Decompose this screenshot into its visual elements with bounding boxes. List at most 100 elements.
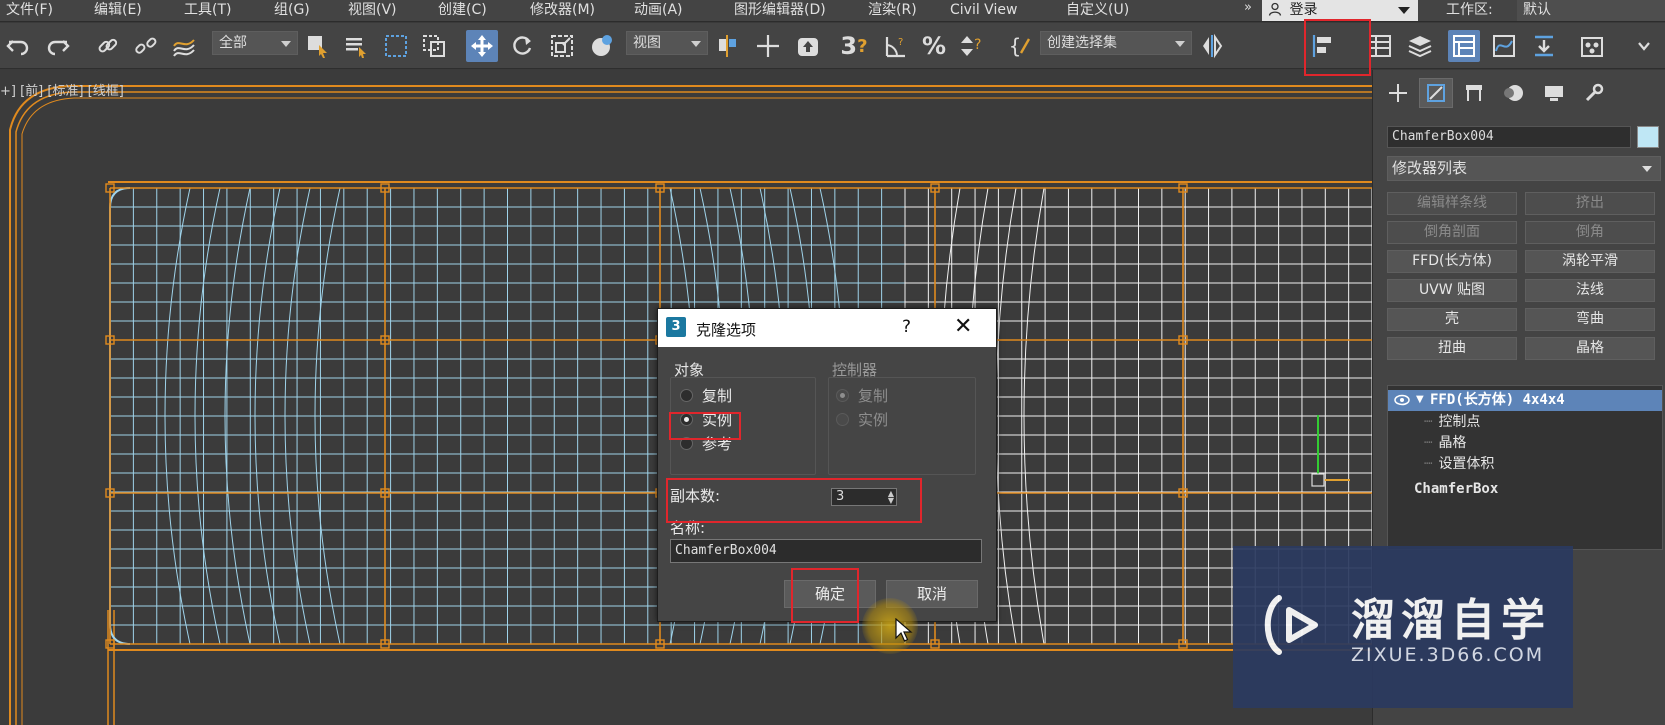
- watermark: 溜溜自学 ZIXUE.3D66.COM: [1233, 546, 1573, 708]
- copies-value: 3: [836, 489, 845, 504]
- ok-button[interactable]: 确定: [784, 580, 876, 608]
- menu-tools[interactable]: 工具(T): [184, 0, 231, 22]
- modifier-button-normal[interactable]: 法线: [1525, 279, 1655, 302]
- modifier-button-ffd-box[interactable]: FFD(长方体): [1387, 250, 1517, 273]
- mirror-icon[interactable]: [1196, 30, 1228, 62]
- stack-subitem-label: 设置体积: [1438, 456, 1495, 472]
- object-color-swatch[interactable]: [1637, 126, 1659, 148]
- modify-tab-icon[interactable]: [1419, 78, 1453, 108]
- menu-view[interactable]: 视图(V): [348, 0, 397, 22]
- object-name-field[interactable]: ChamferBox004: [1387, 126, 1631, 148]
- stack-item-ffd[interactable]: ▼ FFD(长方体) 4x4x4: [1388, 390, 1662, 411]
- radio-instance[interactable]: 实例: [680, 409, 732, 431]
- stack-subitem-set-volume[interactable]: ┈ 设置体积: [1424, 454, 1654, 475]
- angle-snap-icon[interactable]: ?: [880, 30, 912, 62]
- radio-button[interactable]: [680, 437, 693, 450]
- spinner-arrows-icon[interactable]: ▲ ▼: [888, 490, 894, 505]
- spinner-snap-icon[interactable]: ?: [956, 30, 988, 62]
- named-selection-dropdown[interactable]: 创建选择集: [1040, 31, 1192, 55]
- modifier-button-bevel-profile[interactable]: 倒角剖面: [1387, 221, 1517, 244]
- select-object-icon[interactable]: [302, 30, 334, 62]
- modifier-button-edit-spline[interactable]: 编辑样条线: [1387, 192, 1517, 215]
- material-editor-icon[interactable]: [1576, 30, 1608, 62]
- link-icon[interactable]: [92, 30, 124, 62]
- menu-civil-view[interactable]: Civil View: [950, 0, 1017, 22]
- stack-item-base-object[interactable]: ChamferBox: [1414, 479, 1654, 500]
- rect-selection-region-icon[interactable]: [380, 30, 412, 62]
- login-dropdown[interactable]: 登录: [1262, 0, 1418, 21]
- menu-file[interactable]: 文件(F): [6, 0, 53, 22]
- snaps-toggle-icon[interactable]: 3?: [838, 30, 870, 62]
- select-and-move-icon[interactable]: [466, 30, 498, 62]
- pivot-center-icon[interactable]: [712, 30, 744, 62]
- utilities-tab-icon[interactable]: [1577, 78, 1611, 108]
- modifier-button-uvw-map[interactable]: UVW 贴图: [1387, 279, 1517, 302]
- radio-button[interactable]: [680, 389, 693, 402]
- display-tab-icon[interactable]: [1537, 78, 1571, 108]
- schematic-view-icon[interactable]: [1528, 30, 1560, 62]
- eye-icon[interactable]: [1394, 394, 1410, 406]
- menu-group[interactable]: 组(G): [274, 0, 310, 22]
- window-crossing-icon[interactable]: [418, 30, 450, 62]
- percent-snap-icon[interactable]: %: [918, 30, 950, 62]
- select-and-scale-icon[interactable]: [546, 30, 578, 62]
- menu-create[interactable]: 创建(C): [438, 0, 487, 22]
- menu-animation[interactable]: 动画(A): [634, 0, 683, 22]
- modifier-button-shell[interactable]: 壳: [1387, 308, 1517, 331]
- keyboard-shortcut-override-icon[interactable]: [792, 30, 824, 62]
- close-button[interactable]: ✕: [954, 314, 972, 339]
- undo-icon[interactable]: [2, 30, 34, 62]
- radio-button[interactable]: [680, 413, 693, 426]
- ribbon-toggle-icon[interactable]: [1448, 30, 1480, 62]
- stack-subitem-lattice[interactable]: ┈ 晶格: [1424, 433, 1654, 454]
- menu-graph-editors[interactable]: 图形编辑器(D): [734, 0, 826, 22]
- select-and-rotate-icon[interactable]: [506, 30, 538, 62]
- modifier-button-bend[interactable]: 弯曲: [1525, 308, 1655, 331]
- selection-filter-dropdown[interactable]: 全部: [212, 31, 298, 55]
- curve-editor-icon[interactable]: [1488, 30, 1520, 62]
- toggle-scene-explorer-icon[interactable]: [1364, 30, 1396, 62]
- stack-subitem-control-points[interactable]: ┈ 控制点: [1424, 412, 1654, 433]
- controller-radio-instance-label: 实例: [858, 411, 889, 429]
- modifier-button-twist[interactable]: 扭曲: [1387, 337, 1517, 360]
- edit-named-selection-icon[interactable]: {: [1004, 30, 1036, 62]
- modifier-button-bevel[interactable]: 倒角: [1525, 221, 1655, 244]
- stack-subitem-label: 晶格: [1438, 435, 1467, 451]
- collapse-triangle-icon[interactable]: ▼: [1416, 390, 1424, 410]
- menu-overflow-icon[interactable]: »: [1244, 0, 1252, 15]
- create-tab-icon[interactable]: [1381, 78, 1415, 108]
- redo-icon[interactable]: [42, 30, 74, 62]
- bind-space-warp-icon[interactable]: [168, 30, 200, 62]
- modifier-button-turbosmooth[interactable]: 涡轮平滑: [1525, 250, 1655, 273]
- align-icon[interactable]: [1308, 30, 1340, 62]
- place-object-icon[interactable]: [586, 30, 618, 62]
- viewport-label[interactable]: +] [前] [标准] [线框]: [0, 80, 124, 99]
- modifier-button-lattice[interactable]: 晶格: [1525, 337, 1655, 360]
- menu-edit[interactable]: 编辑(E): [94, 0, 142, 22]
- mouse-cursor-icon: [895, 618, 913, 642]
- hierarchy-tab-icon[interactable]: [1457, 78, 1491, 108]
- ref-coord-dropdown[interactable]: 视图: [626, 31, 708, 55]
- copies-spinner[interactable]: 3 ▲ ▼: [831, 488, 897, 506]
- command-panel-tabs: [1373, 78, 1665, 108]
- magnet-icon: ?: [857, 35, 868, 57]
- modifier-button-extrude[interactable]: 挤出: [1525, 192, 1655, 215]
- modifier-stack: ▼ FFD(长方体) 4x4x4 ┈ 控制点 ┈ 晶格 ┈ 设置体积 ChamferB…: [1387, 385, 1663, 550]
- manipulate-icon[interactable]: [752, 30, 784, 62]
- name-field[interactable]: ChamferBox004: [670, 539, 982, 563]
- select-by-name-icon[interactable]: [340, 30, 372, 62]
- modifier-list-dropdown[interactable]: 修改器列表: [1387, 156, 1661, 181]
- layer-explorer-icon[interactable]: [1404, 30, 1436, 62]
- menu-rendering[interactable]: 渲染(R): [868, 0, 917, 22]
- help-button[interactable]: ?: [902, 317, 911, 337]
- chevron-down-icon: [691, 41, 701, 47]
- workspace-select[interactable]: 默认: [1517, 0, 1665, 21]
- radio-copy[interactable]: 复制: [680, 385, 732, 407]
- unlink-icon[interactable]: [130, 30, 162, 62]
- menu-customize[interactable]: 自定义(U): [1066, 0, 1129, 22]
- chevron-down-icon[interactable]: [1628, 30, 1660, 62]
- motion-tab-icon[interactable]: [1497, 78, 1531, 108]
- menu-modifiers[interactable]: 修改器(M): [530, 0, 595, 22]
- dialog-title-bar[interactable]: 3 克隆选项 ? ✕: [658, 309, 996, 347]
- radio-reference[interactable]: 参考: [680, 433, 732, 455]
